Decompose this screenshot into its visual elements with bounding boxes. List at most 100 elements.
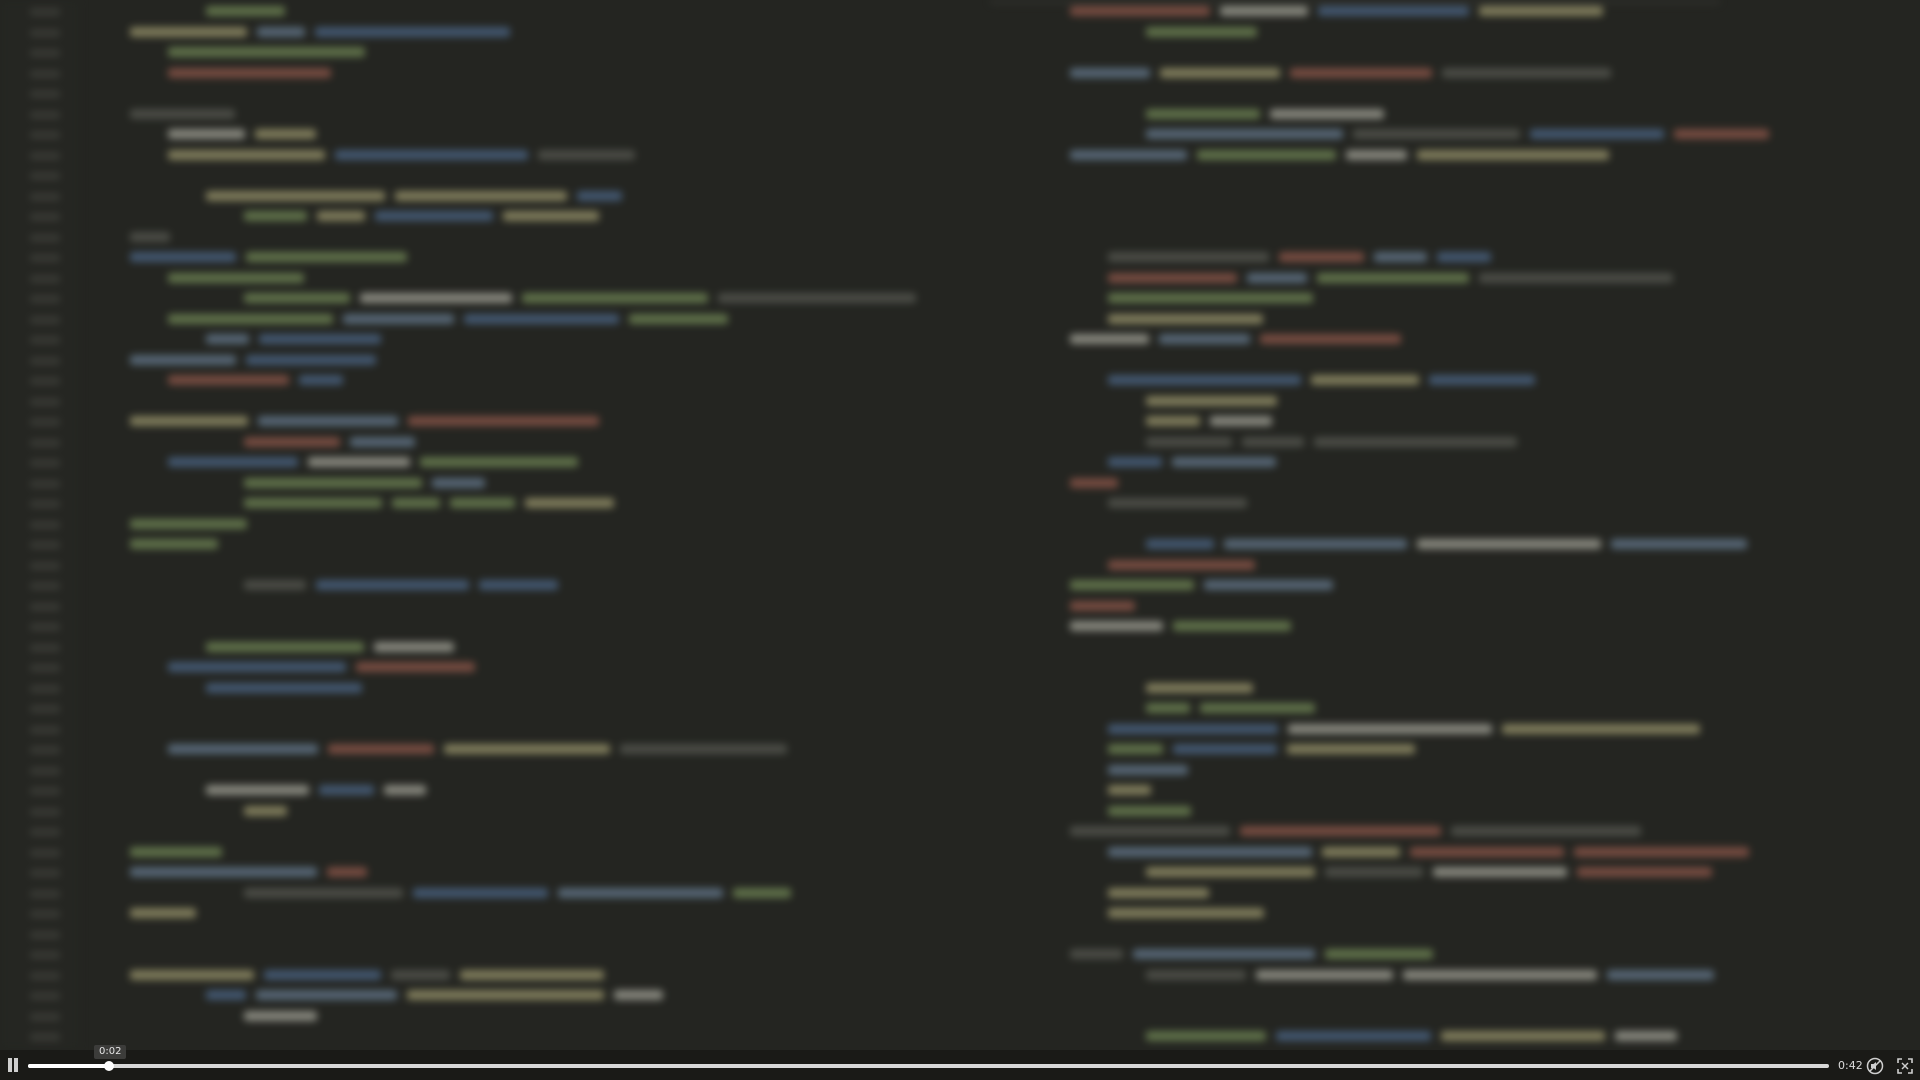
code-token <box>407 990 604 1000</box>
current-time-tooltip: 0:02 <box>94 1045 127 1059</box>
code-token <box>168 149 325 160</box>
code-token <box>130 252 236 262</box>
code-token <box>1173 744 1277 754</box>
code-token <box>1108 723 1278 734</box>
code-token <box>1210 416 1272 426</box>
mute-button[interactable] <box>1866 1057 1884 1075</box>
code-token <box>413 887 548 898</box>
code-token <box>168 67 331 78</box>
line-number <box>30 356 60 365</box>
pause-button[interactable] <box>6 1058 20 1072</box>
line-number <box>30 1033 60 1041</box>
fullscreen-button[interactable] <box>1896 1057 1914 1075</box>
progress-bar[interactable] <box>28 1061 1829 1071</box>
code-token <box>450 498 515 508</box>
code-token <box>316 580 469 590</box>
pause-icon <box>8 1058 12 1072</box>
code-token <box>206 6 285 16</box>
code-token <box>206 334 249 344</box>
line-number <box>30 705 60 713</box>
line-number <box>30 213 60 221</box>
code-token <box>1220 6 1308 16</box>
code-token <box>1247 272 1307 283</box>
code-token <box>1279 252 1364 262</box>
line-number <box>30 1012 60 1021</box>
code-token <box>1159 334 1250 344</box>
line-number <box>30 336 60 344</box>
code-token <box>1314 436 1517 447</box>
code-token <box>1615 1031 1677 1041</box>
line-number <box>30 28 60 37</box>
code-token <box>1173 621 1291 631</box>
code-token <box>1611 539 1747 549</box>
code-token <box>522 293 708 303</box>
line-number <box>30 131 60 139</box>
code-token <box>256 990 397 1000</box>
progress-fill <box>28 1064 110 1068</box>
code-token <box>1322 846 1400 857</box>
code-token <box>620 744 787 754</box>
code-token <box>375 211 493 221</box>
code-token <box>1146 129 1343 139</box>
code-token <box>444 744 610 754</box>
line-number <box>30 479 60 488</box>
code-token <box>308 457 410 467</box>
code-token <box>1530 129 1664 139</box>
code-token <box>1287 744 1415 754</box>
code-token <box>614 990 663 1000</box>
code-token <box>1070 580 1194 590</box>
code-token <box>1410 846 1564 857</box>
code-token <box>130 846 222 857</box>
code-token <box>327 867 367 877</box>
code-token <box>360 293 512 303</box>
line-number <box>30 520 60 529</box>
code-token <box>577 190 622 201</box>
code-token <box>335 149 528 160</box>
code-token <box>1674 129 1769 139</box>
code-token <box>356 662 475 672</box>
code-token <box>206 990 246 1000</box>
line-number <box>30 397 60 406</box>
code-token <box>1070 826 1230 836</box>
code-token <box>1108 313 1263 324</box>
line-number <box>30 49 60 57</box>
code-token <box>525 498 614 508</box>
line-number <box>30 930 60 939</box>
code-token <box>1353 129 1520 139</box>
code-token <box>257 26 305 37</box>
code-token <box>1108 744 1163 754</box>
line-number <box>30 848 60 857</box>
line-number <box>30 889 60 898</box>
code-token <box>1574 846 1749 857</box>
code-token <box>244 805 287 816</box>
duration-label: 0:42 <box>1838 1059 1863 1072</box>
code-token <box>395 190 567 201</box>
code-token <box>1433 867 1567 877</box>
code-token <box>244 580 306 590</box>
code-token <box>244 887 403 898</box>
code-token <box>130 108 235 119</box>
blurred-code-editor <box>0 0 1920 1050</box>
code-token <box>1108 272 1237 283</box>
code-token <box>1108 375 1301 385</box>
code-token <box>1108 457 1162 467</box>
code-token <box>168 744 318 754</box>
line-number <box>30 233 60 242</box>
line-number <box>30 561 60 570</box>
code-token <box>1070 621 1163 631</box>
code-token <box>538 149 635 160</box>
code-token <box>1070 149 1187 160</box>
code-token <box>168 375 289 385</box>
video-frame[interactable]: 0:02 0:42 <box>0 0 1920 1080</box>
code-token <box>1197 149 1336 160</box>
code-token <box>130 867 317 877</box>
code-token <box>1108 293 1313 303</box>
code-token <box>1437 252 1491 262</box>
progress-handle[interactable] <box>104 1061 115 1071</box>
line-number <box>30 582 60 590</box>
line-number <box>30 8 60 16</box>
code-token <box>1417 149 1609 160</box>
code-token <box>1146 682 1253 693</box>
line-number <box>30 684 60 693</box>
line-number <box>30 725 60 734</box>
